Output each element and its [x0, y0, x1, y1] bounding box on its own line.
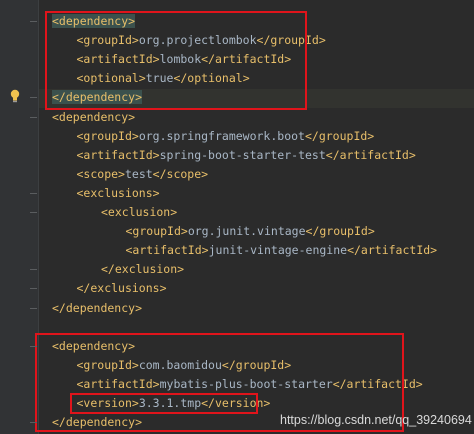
- fold-marker[interactable]: [30, 422, 37, 424]
- fold-marker[interactable]: [30, 269, 37, 271]
- code-line[interactable]: </exclusion>: [101, 260, 184, 279]
- xml-text: junit-vintage-engine: [208, 243, 348, 258]
- xml-tag: <dependency>: [52, 109, 136, 124]
- code-line[interactable]: </dependency>: [52, 413, 142, 432]
- fold-marker[interactable]: [30, 116, 37, 118]
- fold-marker[interactable]: [30, 97, 37, 99]
- xml-tag: <version>: [76, 396, 139, 410]
- xml-tag: <optional>: [76, 71, 146, 86]
- xml-tag: </dependency>: [52, 300, 143, 315]
- code-line[interactable]: <groupId>org.springframework.boot</group…: [77, 127, 375, 146]
- xml-tag: </groupId>: [221, 357, 292, 372]
- xml-tag: </optional>: [173, 71, 250, 86]
- xml-tag: </groupId>: [256, 33, 326, 48]
- fold-marker[interactable]: [30, 307, 37, 309]
- xml-text: lombok: [159, 52, 202, 67]
- xml-tag: </artifactId>: [325, 147, 416, 162]
- gutter-separator: [38, 0, 39, 434]
- code-line[interactable]: <artifactId>lombok</artifactId>: [77, 50, 292, 69]
- xml-text: org.junit.vintage: [187, 224, 306, 239]
- lightbulb-icon[interactable]: [9, 89, 21, 103]
- xml-tag: </artifactId>: [332, 376, 423, 391]
- code-line[interactable]: </dependency>: [52, 299, 142, 318]
- code-line[interactable]: <exclusions>: [77, 184, 160, 203]
- xml-tag: <exclusion>: [101, 205, 178, 219]
- xml-tag: </artifactId>: [201, 52, 292, 67]
- code-line[interactable]: </exclusions>: [77, 279, 167, 298]
- xml-tag: <artifactId>: [76, 376, 160, 391]
- fold-marker[interactable]: [30, 212, 37, 213]
- xml-tag: </dependency>: [52, 90, 143, 105]
- fold-marker[interactable]: [30, 288, 37, 290]
- xml-text: true: [145, 71, 174, 86]
- xml-tag: <groupId>: [76, 128, 139, 143]
- code-line[interactable]: <artifactId>mybatis-plus-boot-starter</a…: [77, 375, 423, 394]
- xml-tag: </version>: [201, 396, 271, 410]
- code-editor[interactable]: <dependency> <groupId>org.projectlombok</…: [0, 0, 474, 434]
- xml-tag: <dependency>: [52, 14, 136, 28]
- code-line[interactable]: <artifactId>spring-boot-starter-test</ar…: [77, 146, 416, 165]
- xml-tag: <scope>: [76, 166, 125, 181]
- xml-tag: </groupId>: [305, 224, 375, 239]
- xml-tag: <dependency>: [52, 338, 136, 353]
- xml-tag: <exclusions>: [76, 185, 160, 200]
- xml-tag: </artifactId>: [347, 243, 438, 258]
- xml-tag: <groupId>: [76, 357, 139, 372]
- editor-gutter[interactable]: [0, 0, 38, 434]
- xml-tag: <artifactId>: [125, 243, 209, 258]
- code-line[interactable]: <exclusion>: [101, 203, 177, 222]
- code-line[interactable]: <dependency>: [52, 12, 136, 31]
- code-line[interactable]: <optional>true</optional>: [77, 69, 250, 88]
- xml-text: spring-boot-starter-test: [159, 147, 326, 162]
- xml-text: mybatis-plus-boot-starter: [159, 376, 333, 391]
- code-line[interactable]: <artifactId>junit-vintage-engine</artifa…: [126, 241, 438, 260]
- xml-text: test: [124, 166, 153, 181]
- xml-tag: </groupId>: [304, 128, 375, 143]
- xml-text: 3.3.1.tmp: [138, 396, 202, 410]
- xml-tag: <artifactId>: [76, 147, 160, 162]
- xml-tag: <groupId>: [76, 33, 139, 48]
- code-line[interactable]: <groupId>org.projectlombok</groupId>: [77, 31, 326, 50]
- code-line[interactable]: <version>3.3.1.tmp</version>: [77, 394, 271, 413]
- xml-tag: </dependency>: [52, 415, 143, 430]
- fold-marker[interactable]: [30, 345, 37, 347]
- code-line[interactable]: </dependency>: [52, 88, 143, 107]
- xml-text: org.projectlombok: [138, 33, 257, 48]
- fold-marker[interactable]: [30, 21, 37, 22]
- xml-text: com.baomidou: [138, 357, 222, 372]
- xml-tag: </exclusion>: [101, 262, 185, 277]
- xml-text: org.springframework.boot: [138, 128, 305, 143]
- fold-marker[interactable]: [30, 192, 37, 194]
- code-line[interactable]: <groupId>com.baomidou</groupId>: [77, 356, 292, 375]
- xml-tag: <artifactId>: [76, 52, 160, 67]
- code-line[interactable]: <dependency>: [52, 337, 135, 356]
- xml-tag: </exclusions>: [76, 281, 167, 296]
- code-line[interactable]: <groupId>org.junit.vintage</groupId>: [126, 222, 375, 241]
- code-line[interactable]: <dependency>: [52, 108, 135, 127]
- watermark-url: https://blog.csdn.net/qq_39240694: [280, 413, 472, 427]
- code-line[interactable]: <scope>test</scope>: [77, 165, 209, 184]
- xml-tag: <groupId>: [125, 224, 188, 239]
- xml-tag: </scope>: [152, 166, 209, 181]
